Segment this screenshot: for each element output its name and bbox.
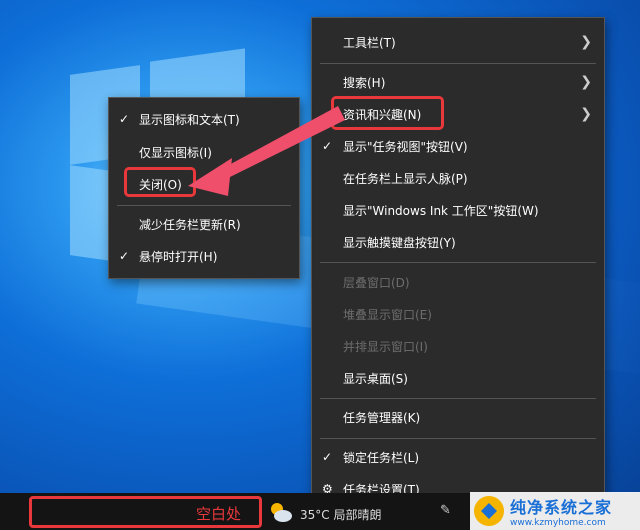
weather-status[interactable]: 35°C 局部晴朗: [300, 506, 381, 523]
pen-icon[interactable]: ✎: [440, 503, 451, 518]
site-watermark: 纯净系统之家 www.kzmyhome.com: [470, 492, 640, 530]
watermark-logo-icon: [474, 496, 504, 526]
watermark-title: 纯净系统之家: [510, 498, 613, 517]
blank-area-label: 空白处: [196, 505, 242, 523]
partly-sunny-icon[interactable]: [268, 500, 294, 524]
watermark-url: www.kzmyhome.com: [510, 518, 606, 528]
annotation-arrow: [188, 106, 345, 196]
